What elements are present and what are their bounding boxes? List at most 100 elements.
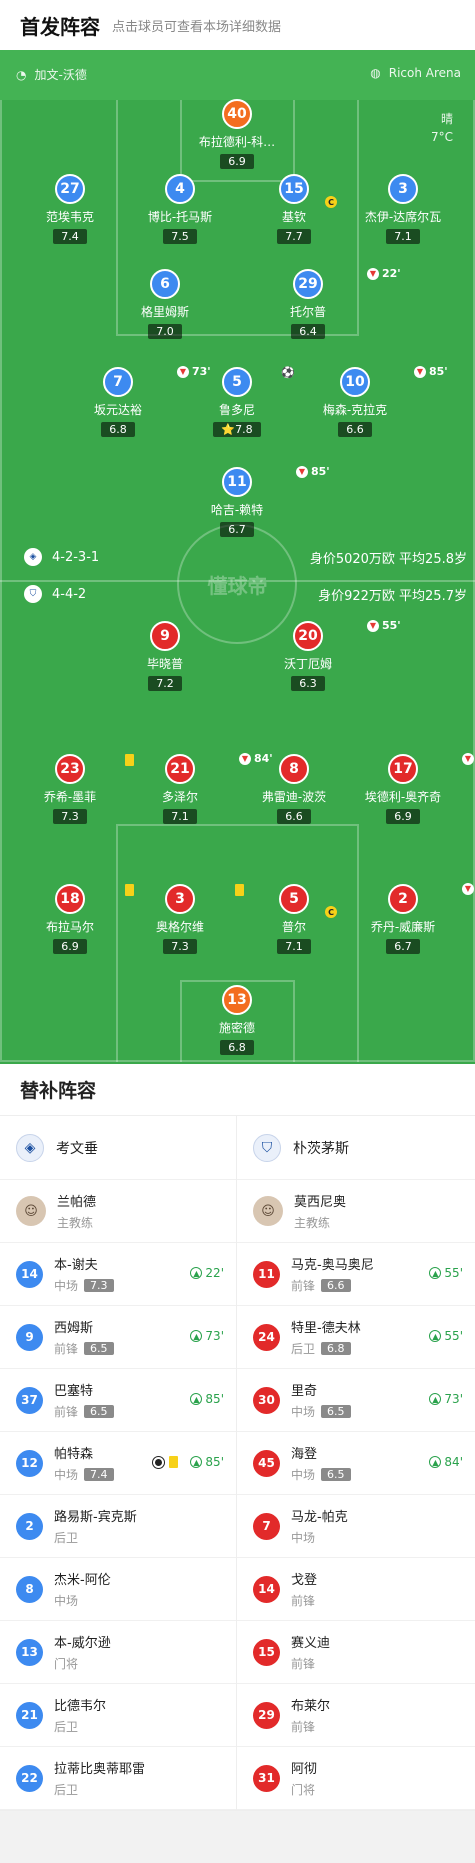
player-20[interactable]: 2▼55' 乔丹-威廉斯 6.7 xyxy=(348,882,474,954)
player-3[interactable]: 15 C 基钦 7.7 xyxy=(239,174,349,244)
sub-number: 2 xyxy=(16,1512,43,1540)
sub-name: 本-威尔逊 xyxy=(54,1636,111,1651)
sub-player-row[interactable]: 31 阿彻 门将 xyxy=(237,1747,475,1810)
sub-number: 30 xyxy=(253,1386,280,1414)
sub-player-row[interactable]: 9 西姆斯 前锋 6.5 ▲ 73' xyxy=(0,1306,236,1369)
sub-position: 门将 xyxy=(54,1657,79,1671)
pitch: ◔ 加文-沃德 ◍ Ricoh Arena 晴 7°C 懂球帝 ◈ 4-2-3-… xyxy=(0,50,475,1064)
player-4[interactable]: 3 杰伊-达席尔瓦 7.1 xyxy=(348,174,458,244)
sub-player-row[interactable]: 30 里奇 中场 6.5 ▲ 73' xyxy=(237,1369,475,1432)
player-rating: 7.1 xyxy=(277,939,311,954)
goal-icon xyxy=(153,1456,164,1468)
sub-position: 中场 xyxy=(291,1531,316,1545)
home-subs-column: ◈ 考文垂 ☺ 兰帕德 主教练 14 本-谢夫 中场 7.3 ▲ 22' 9 西姆斯 前锋 6.5… xyxy=(0,1116,237,1810)
home-manager-row[interactable]: ☺ 兰帕德 主教练 xyxy=(0,1180,236,1243)
player-17[interactable]: 18 布拉马尔 6.9 xyxy=(15,884,134,954)
player-5[interactable]: 6 格里姆斯 7.0 xyxy=(110,269,220,339)
sub-player-row[interactable]: 2 路易斯-宾克斯 后卫 xyxy=(0,1495,236,1558)
sub-player-row[interactable]: 24 特里-德夫林 后卫 6.8 ▲ 55' xyxy=(237,1306,475,1369)
sub-number: 37 xyxy=(16,1386,43,1414)
player-rating: 6.6 xyxy=(277,809,311,824)
sub-rating: 6.5 xyxy=(321,1405,351,1418)
sub-position: 中场 xyxy=(54,1468,79,1482)
sub-in-icon: ▲ xyxy=(429,1330,442,1342)
sub-in-icon: ▲ xyxy=(190,1393,203,1405)
sub-player-row[interactable]: 11 马克-奥马奥尼 前锋 6.6 ▲ 55' xyxy=(237,1243,475,1306)
player-2[interactable]: 4 博比-托马斯 7.5 xyxy=(125,174,235,244)
sub-player-row[interactable]: 7 马龙-帕克 中场 xyxy=(237,1495,475,1558)
sub-player-row[interactable]: 8 杰米-阿伦 中场 xyxy=(0,1558,236,1621)
sub-in-icon: ▲ xyxy=(429,1267,442,1279)
player-number: 10 ▼ 85' xyxy=(340,365,448,397)
sub-number: 14 xyxy=(253,1575,280,1603)
home-badge-icon: ◈ xyxy=(24,548,42,566)
sub-player-row[interactable]: 15 赛义迪 前锋 xyxy=(237,1621,475,1684)
sub-rating: 6.5 xyxy=(84,1405,114,1418)
player-13[interactable]: 23 乔希-墨菲 7.3 xyxy=(15,754,134,824)
player-name: 施密德 xyxy=(218,1021,255,1035)
sub-number: 15 xyxy=(253,1638,280,1666)
sub-player-row[interactable]: 21 比德韦尔 后卫 xyxy=(0,1684,236,1747)
away-formation: ⛉ 4-4-2 xyxy=(24,585,86,603)
player-10[interactable]: 11 ▼ 85' 哈吉-赖特 6.7 xyxy=(182,465,330,537)
sub-in-event: ▲ 55' xyxy=(429,1266,463,1280)
player-7[interactable]: 7 ▼ 73' 坂元达裕 6.8 xyxy=(63,365,211,437)
sub-position: 后卫 xyxy=(291,1342,316,1356)
player-name: 毕晓普 xyxy=(146,657,183,671)
lineup-header: 首发阵容 点击球员可查看本场详细数据 xyxy=(0,0,475,50)
player-8[interactable]: 5 ⚽ 鲁多尼 ⭐7.8 xyxy=(182,366,295,437)
sub-in-event: ▲ 73' xyxy=(190,1329,224,1343)
captain-icon: C xyxy=(325,906,337,918)
player-9[interactable]: 10 ▼ 85' 梅森-克拉克 6.6 xyxy=(300,365,448,437)
sub-player-row[interactable]: 14 戈登 前锋 xyxy=(237,1558,475,1621)
sub-name: 比德韦尔 xyxy=(54,1699,107,1714)
sub-player-row[interactable]: 14 本-谢夫 中场 7.3 ▲ 22' xyxy=(0,1243,236,1306)
sub-number: 22 xyxy=(16,1764,43,1792)
manager-name: 莫西尼奥 xyxy=(294,1195,347,1210)
away-manager-row[interactable]: ☺ 莫西尼奥 主教练 xyxy=(237,1180,475,1243)
player-rating: 7.5 xyxy=(163,229,197,244)
sub-position: 前锋 xyxy=(291,1720,316,1734)
player-1[interactable]: 27 范埃韦克 7.4 xyxy=(15,174,125,244)
sub-position: 中场 xyxy=(291,1405,316,1419)
sub-in-event: ▲ 85' xyxy=(190,1455,224,1469)
player-rating: 6.7 xyxy=(386,939,420,954)
player-15[interactable]: 8 弗雷迪-波茨 6.6 xyxy=(239,754,349,824)
player-11[interactable]: 9 毕晓普 7.2 xyxy=(110,621,220,691)
sub-player-row[interactable]: 12 帕特森 中场 7.4 ▲ 85' xyxy=(0,1432,236,1495)
sub-player-row[interactable]: 29 布莱尔 前锋 xyxy=(237,1684,475,1747)
sub-rating: 7.4 xyxy=(84,1468,114,1481)
sub-player-row[interactable]: 13 本-威尔逊 门将 xyxy=(0,1621,236,1684)
sub-minute: 85' xyxy=(429,365,448,378)
sub-position: 中场 xyxy=(291,1468,316,1482)
player-number: 3 xyxy=(165,884,244,914)
sub-rating: 7.3 xyxy=(84,1279,114,1292)
sub-name: 帕特森 xyxy=(54,1447,94,1462)
player-16[interactable]: 17▼73' 埃德利-奥齐奇 6.9 xyxy=(348,752,474,824)
sub-player-row[interactable]: 37 巴塞特 前锋 6.5 ▲ 85' xyxy=(0,1369,236,1432)
player-rating: 7.4 xyxy=(53,229,87,244)
sub-name: 杰米-阿伦 xyxy=(54,1573,111,1588)
player-number: 13 xyxy=(222,985,252,1015)
sub-number: 9 xyxy=(16,1323,43,1351)
player-21[interactable]: 13 施密德 6.8 xyxy=(182,985,292,1055)
away-team-row[interactable]: ⛉ 朴茨茅斯 xyxy=(237,1116,475,1180)
sub-player-row[interactable]: 22 拉蒂比奥蒂耶雷 后卫 xyxy=(0,1747,236,1810)
sub-name: 巴塞特 xyxy=(54,1384,94,1399)
sub-number: 8 xyxy=(16,1575,43,1603)
player-14[interactable]: 21 ▼ 84' 多泽尔 7.1 xyxy=(125,752,273,824)
player-name: 格里姆斯 xyxy=(140,305,189,319)
sub-number: 24 xyxy=(253,1323,280,1351)
home-team-row[interactable]: ◈ 考文垂 xyxy=(0,1116,236,1180)
sub-position: 后卫 xyxy=(54,1720,79,1734)
player-0[interactable]: 40 布拉德利-科… 6.9 xyxy=(182,99,292,169)
sub-player-row[interactable]: 45 海登 中场 6.5 ▲ 84' xyxy=(237,1432,475,1495)
player-19[interactable]: 5 C 普尔 7.1 xyxy=(239,884,349,954)
sub-position: 前锋 xyxy=(291,1594,316,1608)
player-18[interactable]: 3 奥格尔维 7.3 xyxy=(125,884,244,954)
home-stats: 身价5020万欧 平均25.8岁 xyxy=(309,552,467,567)
player-12[interactable]: 20 ▼ 55' 沃丁厄姆 6.3 xyxy=(253,619,401,691)
sub-rating: 6.5 xyxy=(321,1468,351,1481)
sub-name: 马克-奥马奥尼 xyxy=(291,1258,374,1273)
player-6[interactable]: 29 ▼ 22' 托尔普 6.4 xyxy=(253,267,401,339)
